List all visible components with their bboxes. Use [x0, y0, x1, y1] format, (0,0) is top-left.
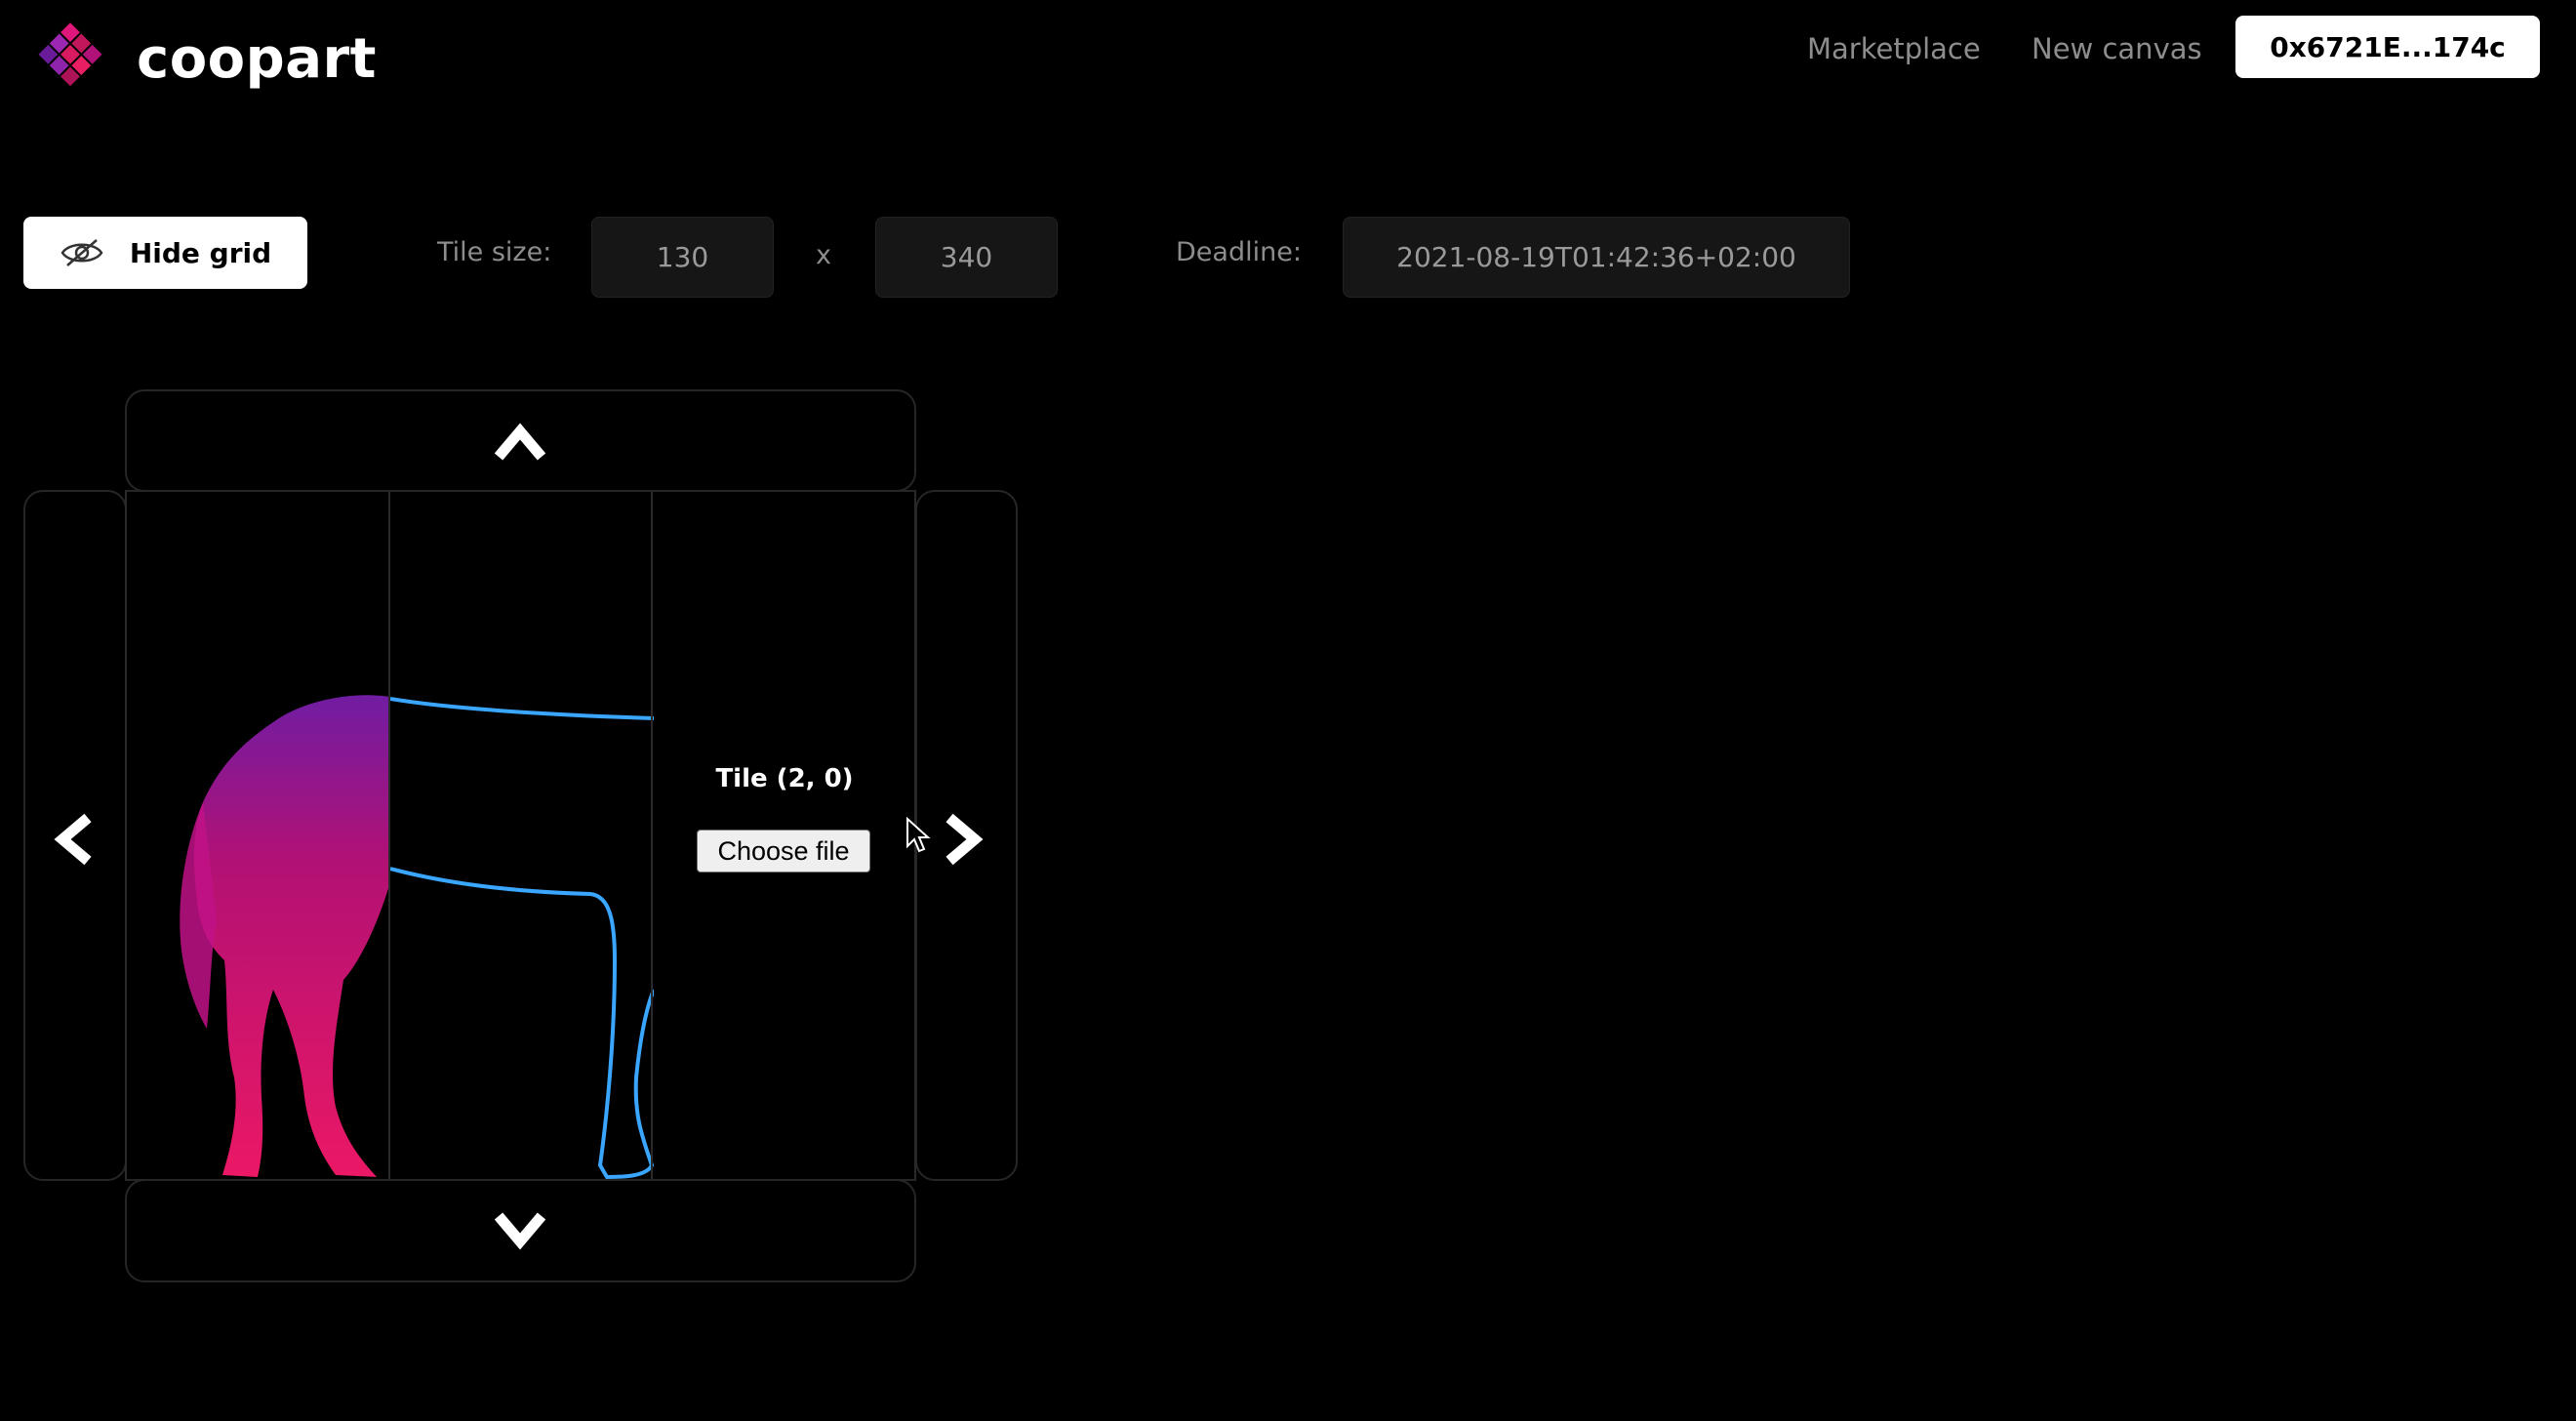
chevron-down-icon[interactable]	[493, 1210, 547, 1253]
logo[interactable]: coopart	[21, 18, 377, 100]
tile-width-field[interactable]: 130	[591, 217, 774, 298]
wallet-address-button[interactable]: 0x6721E...174c	[2235, 16, 2540, 78]
logo-text: coopart	[137, 26, 377, 91]
choose-file-button[interactable]: Choose file	[697, 830, 870, 873]
eye-off-icon	[60, 239, 103, 266]
tile-size-label: Tile size:	[437, 237, 552, 267]
nav-new-canvas-link[interactable]: New canvas	[2032, 32, 2202, 65]
nav-marketplace-link[interactable]: Marketplace	[1807, 32, 1981, 65]
hide-grid-button[interactable]: Hide grid	[23, 217, 307, 289]
tile-size-separator: x	[816, 240, 831, 270]
hide-grid-label: Hide grid	[129, 236, 272, 269]
selected-tile-title: Tile (2, 0)	[715, 764, 854, 793]
mouse-cursor-icon	[906, 817, 931, 853]
horse-rear-artwork	[180, 695, 390, 1177]
deadline-label: Deadline:	[1176, 237, 1302, 267]
tile-0-0[interactable]	[127, 492, 390, 1179]
chevron-up-icon[interactable]	[493, 420, 547, 463]
tile-1-0[interactable]	[387, 492, 654, 1180]
horse-outline-artwork	[389, 697, 654, 1180]
coopart-logo-icon	[38, 22, 102, 87]
chevron-left-icon[interactable]	[51, 812, 94, 867]
deadline-field[interactable]: 2021-08-19T01:42:36+02:00	[1343, 217, 1850, 298]
tile-height-field[interactable]: 340	[875, 217, 1058, 298]
page: coopart Marketplace New canvas 0x6721E..…	[0, 0, 2576, 1421]
chevron-right-icon[interactable]	[944, 812, 986, 867]
